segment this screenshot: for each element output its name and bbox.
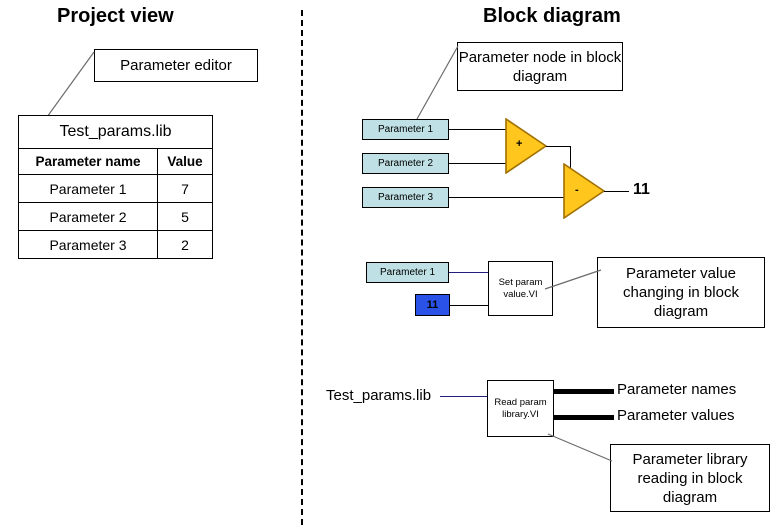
read-library-input-label: Test_params.lib bbox=[326, 387, 432, 404]
wire-param3-to-sub bbox=[449, 197, 564, 198]
table-header-value: Value bbox=[157, 148, 213, 175]
wire-constant-to-setvi bbox=[450, 305, 489, 306]
wire-parameter-values bbox=[554, 415, 614, 420]
table-header-name: Parameter name bbox=[18, 148, 158, 175]
wire-param-to-setvi bbox=[449, 272, 489, 273]
wire-add-out-h1 bbox=[546, 146, 571, 147]
callout-parameter-value-changing: Parameter value changing in block diagra… bbox=[597, 257, 765, 328]
param-name-cell: Parameter 2 bbox=[18, 202, 158, 231]
callout-parameter-library-reading: Parameter library reading in block diagr… bbox=[610, 444, 770, 512]
leader-parameter-library-reading bbox=[547, 433, 613, 462]
param-node-3[interactable]: Parameter 3 bbox=[362, 187, 449, 208]
param-name-cell: Parameter 1 bbox=[18, 174, 158, 203]
param-value-cell: 7 bbox=[157, 174, 213, 203]
read-param-library-vi-label: Read param library.VI bbox=[494, 396, 547, 420]
add-operator-node[interactable]: + bbox=[505, 118, 547, 174]
set-value-constant[interactable]: 11 bbox=[415, 294, 450, 316]
subtract-operator-node[interactable]: - bbox=[563, 163, 605, 219]
callout-parameter-editor: Parameter editor bbox=[94, 49, 258, 82]
read-param-library-vi[interactable]: Read param library.VI bbox=[487, 380, 554, 437]
subtract-operator-symbol: - bbox=[575, 184, 579, 196]
block-diagram-title: Block diagram bbox=[483, 5, 621, 27]
leader-parameter-value-changing bbox=[544, 269, 602, 290]
param-node-2[interactable]: Parameter 2 bbox=[362, 153, 449, 174]
wire-param1-to-add bbox=[449, 129, 506, 130]
add-operator-symbol: + bbox=[516, 138, 523, 150]
table-row: Parameter 3 2 bbox=[18, 230, 213, 259]
leader-parameter-node bbox=[416, 45, 459, 120]
project-view-title: Project view bbox=[57, 5, 174, 27]
math-result-label: 11 bbox=[633, 181, 650, 198]
library-title-cell: Test_params.lib bbox=[18, 115, 213, 149]
callout-parameter-node: Parameter node in block diagram bbox=[457, 42, 623, 91]
param-name-cell: Parameter 3 bbox=[18, 230, 158, 259]
wire-lib-to-readvi bbox=[440, 396, 488, 397]
wire-parameter-names bbox=[554, 389, 614, 394]
param-value-cell: 5 bbox=[157, 202, 213, 231]
parameter-editor-table: Test_params.lib Parameter name Value Par… bbox=[18, 115, 213, 259]
output-label-parameter-values: Parameter values bbox=[617, 407, 735, 424]
wire-param2-to-add bbox=[449, 163, 506, 164]
wire-sub-to-result bbox=[604, 191, 629, 192]
set-value-param-node[interactable]: Parameter 1 bbox=[366, 262, 449, 283]
diagram-canvas: Project view Block diagram Parameter edi… bbox=[0, 0, 780, 532]
param-value-cell: 2 bbox=[157, 230, 213, 259]
table-row: Parameter 1 7 bbox=[18, 174, 213, 203]
section-divider bbox=[301, 10, 303, 525]
table-row: Parameter 2 5 bbox=[18, 202, 213, 231]
param-node-1[interactable]: Parameter 1 bbox=[362, 119, 449, 140]
output-label-parameter-names: Parameter names bbox=[617, 381, 737, 398]
